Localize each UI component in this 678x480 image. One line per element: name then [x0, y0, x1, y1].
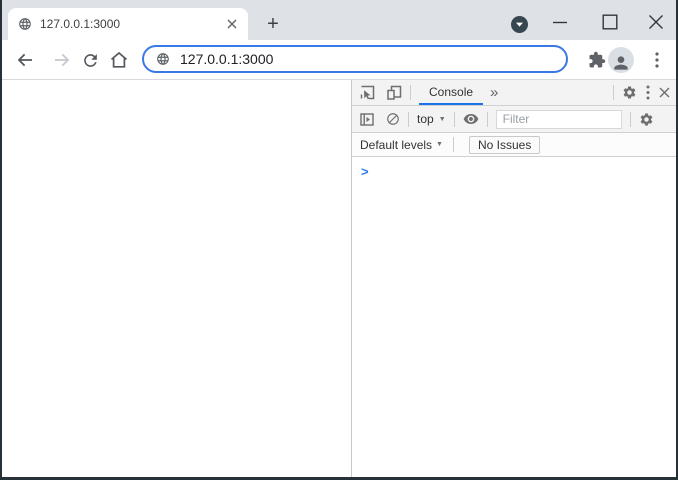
- settings-gear-icon: [623, 86, 636, 99]
- url-text: 127.0.0.1:3000: [180, 51, 274, 67]
- minimize-button[interactable]: [551, 13, 569, 31]
- inspect-element-button[interactable]: [360, 85, 375, 100]
- minimize-icon: [553, 21, 567, 24]
- browser-tab[interactable]: 127.0.0.1:3000: [8, 8, 248, 40]
- console-prompt[interactable]: >: [361, 164, 369, 179]
- maximize-button[interactable]: [601, 13, 619, 31]
- devtools-tab-console[interactable]: Console: [419, 80, 484, 105]
- js-context-label: top: [417, 112, 434, 126]
- tab-strip: 127.0.0.1:3000 +: [2, 0, 676, 40]
- globe-icon: [156, 52, 170, 66]
- clear-console-button[interactable]: [386, 112, 400, 126]
- content-area: Console » top ▼ Filter Default levels ▼ …: [2, 80, 676, 477]
- chevron-down-icon: ▼: [438, 115, 446, 123]
- tab-title: 127.0.0.1:3000: [40, 17, 121, 31]
- console-levels-bar: Default levels ▼ No Issues: [352, 133, 676, 157]
- browser-toolbar: 127.0.0.1:3000: [2, 40, 676, 80]
- tab-search-icon: [511, 16, 528, 33]
- tab-search-button[interactable]: [511, 16, 528, 33]
- devtools-menu-button[interactable]: [646, 85, 650, 100]
- live-expression-button[interactable]: [463, 111, 479, 127]
- address-bar[interactable]: 127.0.0.1:3000: [142, 45, 568, 73]
- console-sidebar-icon: [360, 112, 374, 126]
- device-toolbar-icon: [387, 85, 402, 100]
- back-button[interactable]: [14, 49, 36, 71]
- devtools-panel: Console » top ▼ Filter Default levels ▼ …: [351, 80, 676, 477]
- js-context-selector[interactable]: top ▼: [417, 112, 446, 126]
- device-toolbar-button[interactable]: [387, 85, 402, 100]
- extensions-button[interactable]: [586, 49, 608, 71]
- maximize-icon: [602, 14, 618, 30]
- globe-icon: [18, 17, 32, 31]
- settings-gear-icon: [640, 113, 652, 125]
- divider: [410, 85, 411, 100]
- home-icon: [110, 51, 128, 68]
- divider: [629, 111, 631, 127]
- back-icon: [17, 53, 32, 67]
- clear-console-icon: [387, 113, 399, 125]
- reload-icon: [83, 53, 97, 67]
- devtools-settings-button[interactable]: [622, 85, 637, 100]
- avatar-icon: [614, 56, 628, 70]
- browser-menu-button[interactable]: [646, 49, 668, 71]
- page-viewport: [2, 80, 351, 477]
- forward-button[interactable]: [51, 49, 73, 71]
- more-tabs-button[interactable]: »: [490, 84, 498, 101]
- close-window-button[interactable]: [647, 13, 665, 31]
- no-issues-button[interactable]: No Issues: [468, 135, 541, 154]
- forward-icon: [55, 53, 70, 67]
- close-icon: [649, 15, 663, 29]
- console-settings-button[interactable]: [639, 112, 654, 127]
- close-icon: [659, 87, 670, 98]
- close-icon: [227, 19, 237, 29]
- log-levels-label: Default levels: [360, 137, 433, 152]
- inspect-icon: [360, 85, 375, 100]
- kebab-menu-icon: [655, 52, 659, 68]
- kebab-menu-icon: [646, 85, 650, 100]
- extensions-puzzle-icon: [589, 51, 606, 68]
- new-tab-button[interactable]: +: [259, 10, 287, 38]
- devtools-close-button[interactable]: [659, 87, 670, 98]
- console-output[interactable]: >: [352, 157, 676, 477]
- console-toolbar: top ▼: [352, 106, 676, 133]
- tab-close-button[interactable]: [224, 16, 240, 32]
- devtools-tab-bar: Console »: [352, 80, 676, 106]
- home-button[interactable]: [108, 49, 130, 71]
- divider: [613, 85, 614, 100]
- browser-window: 127.0.0.1:3000 + 127.0.0.1:3000 Console …: [0, 0, 678, 480]
- divider: [486, 111, 488, 127]
- divider: [453, 111, 455, 127]
- eye-icon: [463, 114, 478, 124]
- reload-button[interactable]: [79, 49, 101, 71]
- chevron-down-icon: ▼: [436, 141, 443, 148]
- console-filter-input[interactable]: [495, 109, 622, 129]
- profile-avatar-button[interactable]: [608, 47, 634, 73]
- console-sidebar-button[interactable]: [360, 112, 374, 126]
- divider: [408, 111, 409, 127]
- divider: [452, 137, 454, 152]
- log-levels-selector[interactable]: Default levels ▼: [360, 138, 443, 152]
